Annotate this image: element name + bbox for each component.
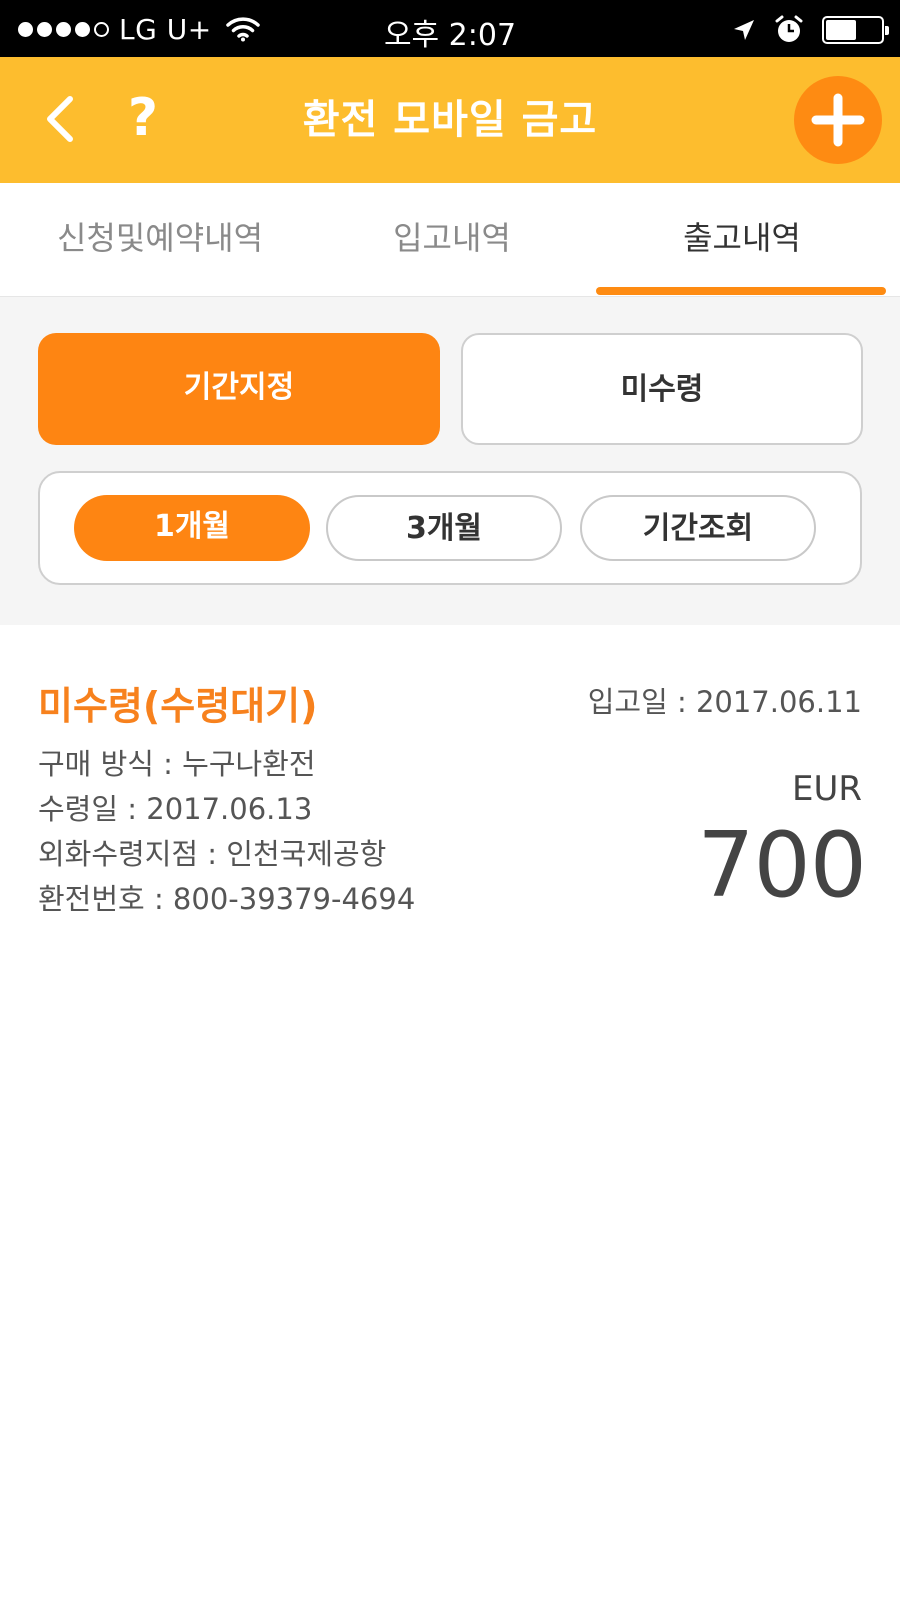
add-button[interactable] — [794, 76, 882, 164]
period-custom-search-button[interactable]: 기간조회 — [580, 495, 816, 561]
active-tab-indicator — [596, 287, 886, 295]
filter-period-button[interactable]: 기간지정 — [38, 333, 440, 445]
tab-deposit-history[interactable]: 입고내역 — [302, 183, 602, 297]
battery-icon — [822, 16, 889, 44]
withdrawal-record[interactable]: 미수령(수령대기) 입고일 : 2017.06.11 구매 방식 : 누구나환전… — [0, 625, 900, 945]
record-deposit-date: 입고일 : 2017.06.11 — [587, 685, 862, 719]
page-title: 환전 모바일 금고 — [302, 97, 598, 143]
period-1-month-button[interactable]: 1개월 — [74, 495, 310, 561]
battery-fill — [826, 20, 856, 40]
add-icon — [811, 93, 865, 147]
record-status: 미수령(수령대기) — [38, 684, 318, 728]
record-purchase-method: 구매 방식 : 누구나환전 — [38, 747, 316, 781]
status-bar-right — [714, 13, 889, 47]
app-header: ? 환전 모바일 금고 — [0, 57, 900, 183]
period-selector: 1개월 3개월 기간조회 — [38, 471, 862, 585]
status-bar: LG U+ 오후 2:07 — [0, 0, 900, 57]
filter-unreceived-button[interactable]: 미수령 — [461, 333, 863, 445]
filter-area: 기간지정 미수령 1개월 3개월 기간조회 — [0, 297, 900, 625]
tab-requests-reservations[interactable]: 신청및예약내역 — [10, 183, 310, 297]
record-branch: 외화수령지점 : 인천국제공항 — [38, 837, 387, 871]
record-exchange-number: 환전번호 : 800-39379-4694 — [38, 882, 416, 916]
record-receive-date: 수령일 : 2017.06.13 — [38, 792, 313, 826]
period-3-months-button[interactable]: 3개월 — [326, 495, 562, 561]
record-amount: 700 — [697, 813, 867, 918]
tab-withdrawal-history[interactable]: 출고내역 — [592, 183, 892, 297]
tab-bar: 신청및예약내역 입고내역 출고내역 — [0, 183, 900, 297]
alarm-icon — [775, 15, 803, 42]
record-currency: EUR — [792, 769, 862, 809]
location-arrow-icon — [734, 20, 754, 40]
